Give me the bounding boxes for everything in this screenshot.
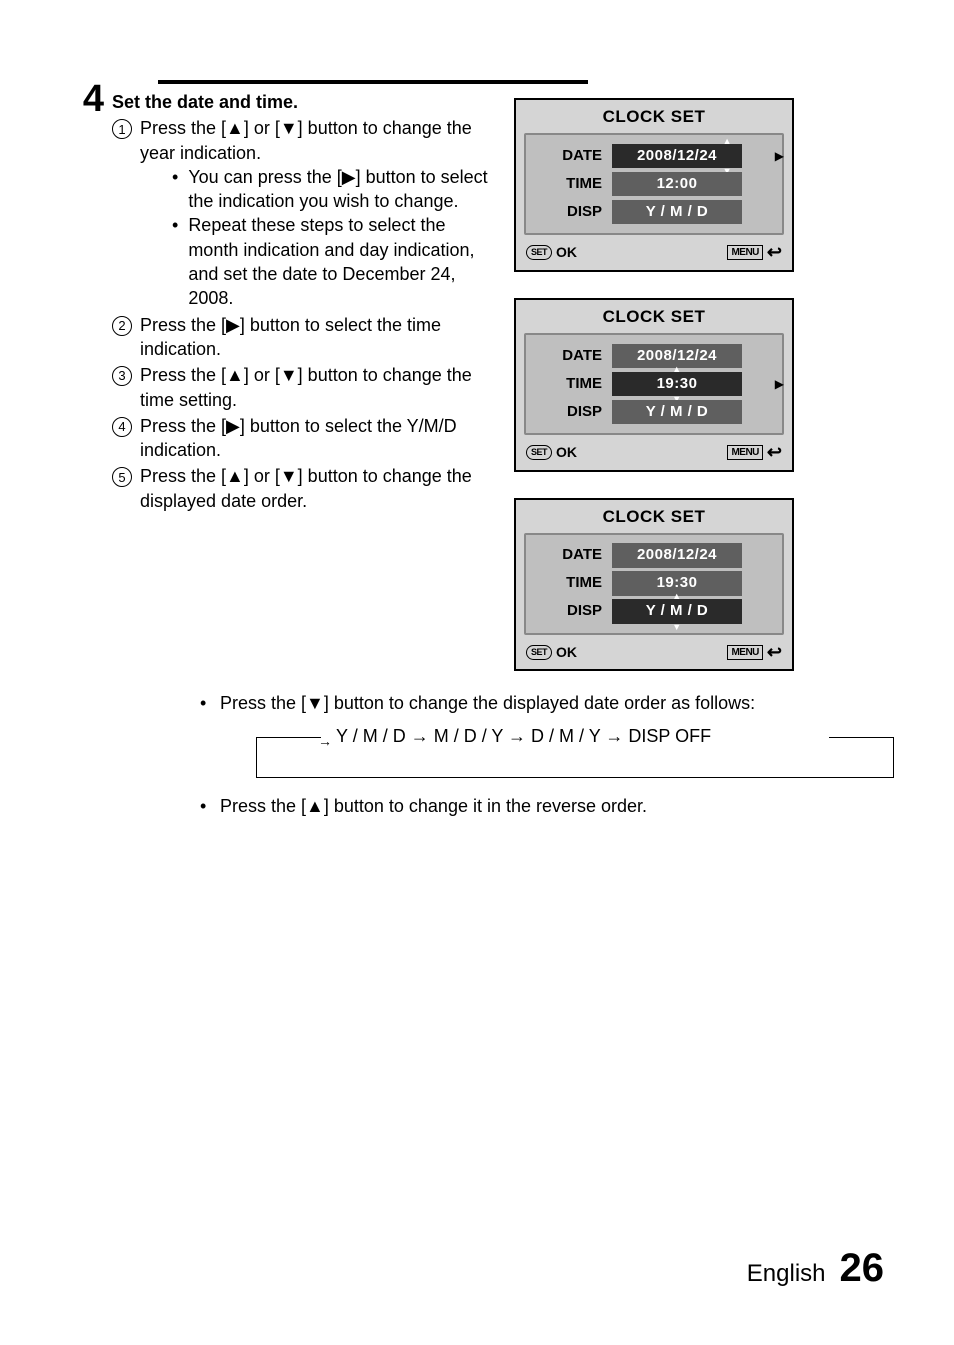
row-label-date: DATE xyxy=(532,346,612,366)
row-label-disp: DISP xyxy=(532,601,612,621)
row-value-time[interactable]: ▲ 19:30 ▼ xyxy=(612,372,742,396)
substep-marker-1: 1 xyxy=(112,119,132,139)
screen-title: CLOCK SET xyxy=(516,500,792,533)
footer-page-number: 26 xyxy=(840,1241,885,1295)
menu-icon: MENU xyxy=(727,245,762,260)
menu-icon: MENU xyxy=(727,445,762,460)
menu-return-indicator: MENU ↩ xyxy=(727,245,782,260)
row-label-date: DATE xyxy=(532,545,612,565)
substep-1-text: Press the [▲] or [▼] button to change th… xyxy=(140,118,472,162)
triangle-up-icon: ▲ xyxy=(612,592,742,600)
step-title: Set the date and time. xyxy=(112,90,490,114)
row-value-date[interactable]: ▲ 2008/12/24 ▼ xyxy=(612,144,742,168)
row-value-disp[interactable]: Y / M / D xyxy=(612,400,742,424)
set-icon: SET xyxy=(526,445,552,460)
substep-1-sub-2: Repeat these steps to select the month i… xyxy=(188,213,490,310)
substep-marker-2: 2 xyxy=(112,316,132,336)
section-rule xyxy=(158,80,588,84)
triangle-down-icon: ▼ xyxy=(612,623,742,631)
step-number: 4 xyxy=(60,80,112,118)
substep-3-text: Press the [▲] or [▼] button to change th… xyxy=(140,363,490,412)
row-value-time[interactable]: 12:00 xyxy=(612,172,742,196)
screens-column: CLOCK SET DATE ▲ 2008/12/24 ▼ ▶ xyxy=(514,98,804,671)
row-value-disp[interactable]: Y / M / D xyxy=(612,200,742,224)
triangle-right-icon: ▶ xyxy=(775,148,784,164)
page-footer: English 26 xyxy=(747,1241,884,1295)
substep-5-text: Press the [▲] or [▼] button to change th… xyxy=(140,464,490,513)
screen-title: CLOCK SET xyxy=(516,100,792,133)
return-arrow-icon: ↩ xyxy=(767,646,782,659)
instructions-column: 4 Set the date and time. 1 Press the [▲]… xyxy=(60,86,490,515)
set-ok-indicator: SET OK xyxy=(526,443,577,462)
bullet-icon: • xyxy=(172,166,178,189)
substep-marker-3: 3 xyxy=(112,366,132,386)
substep-marker-5: 5 xyxy=(112,467,132,487)
set-ok-indicator: SET OK xyxy=(526,243,577,262)
cycle-diagram: → Y / M / D → M / D / Y → D / M / Y → DI… xyxy=(256,724,894,780)
row-label-time: TIME xyxy=(532,573,612,593)
set-icon: SET xyxy=(526,645,552,660)
substep-1-sub-1: You can press the [▶] button to select t… xyxy=(188,165,490,214)
row-label-disp: DISP xyxy=(532,202,612,222)
screen-title: CLOCK SET xyxy=(516,300,792,333)
substep-marker-4: 4 xyxy=(112,417,132,437)
row-value-date[interactable]: 2008/12/24 xyxy=(612,543,742,567)
triangle-up-icon: ▲ xyxy=(612,365,742,373)
return-arrow-icon: ↩ xyxy=(767,246,782,259)
row-label-disp: DISP xyxy=(532,402,612,422)
note-up: Press the [▲] button to change it in the… xyxy=(220,794,647,818)
set-icon: SET xyxy=(526,245,552,260)
clock-set-screen-3: CLOCK SET DATE 2008/12/24 TIME 19:30 DIS… xyxy=(514,498,794,672)
return-arrow-icon: ↩ xyxy=(767,446,782,459)
clock-set-screen-2: CLOCK SET DATE 2008/12/24 TIME ▲ 19:30 ▼ xyxy=(514,298,794,472)
clock-set-screen-1: CLOCK SET DATE ▲ 2008/12/24 ▼ ▶ xyxy=(514,98,794,272)
manual-page: 4 Set the date and time. 1 Press the [▲]… xyxy=(0,0,954,1345)
bullet-icon: • xyxy=(200,692,210,715)
triangle-up-icon: ▲ xyxy=(723,137,732,145)
footer-language: English xyxy=(747,1258,826,1290)
row-label-time: TIME xyxy=(532,374,612,394)
menu-return-indicator: MENU ↩ xyxy=(727,445,782,460)
row-value-disp[interactable]: ▲ Y / M / D ▼ xyxy=(612,599,742,623)
bullet-icon: • xyxy=(200,795,210,818)
menu-icon: MENU xyxy=(727,645,762,660)
substep-4-text: Press the [▶] button to select the Y/M/D… xyxy=(140,414,490,463)
triangle-right-icon: ▶ xyxy=(775,376,784,392)
set-ok-indicator: SET OK xyxy=(526,643,577,662)
step-4: 4 Set the date and time. 1 Press the [▲]… xyxy=(60,86,490,515)
row-label-date: DATE xyxy=(532,146,612,166)
substep-2-text: Press the [▶] button to select the time … xyxy=(140,313,490,362)
menu-return-indicator: MENU ↩ xyxy=(727,645,782,660)
row-label-time: TIME xyxy=(532,174,612,194)
note-down: Press the [▼] button to change the displ… xyxy=(220,691,755,715)
bottom-notes: • Press the [▼] button to change the dis… xyxy=(60,691,894,818)
bullet-icon: • xyxy=(172,214,178,237)
